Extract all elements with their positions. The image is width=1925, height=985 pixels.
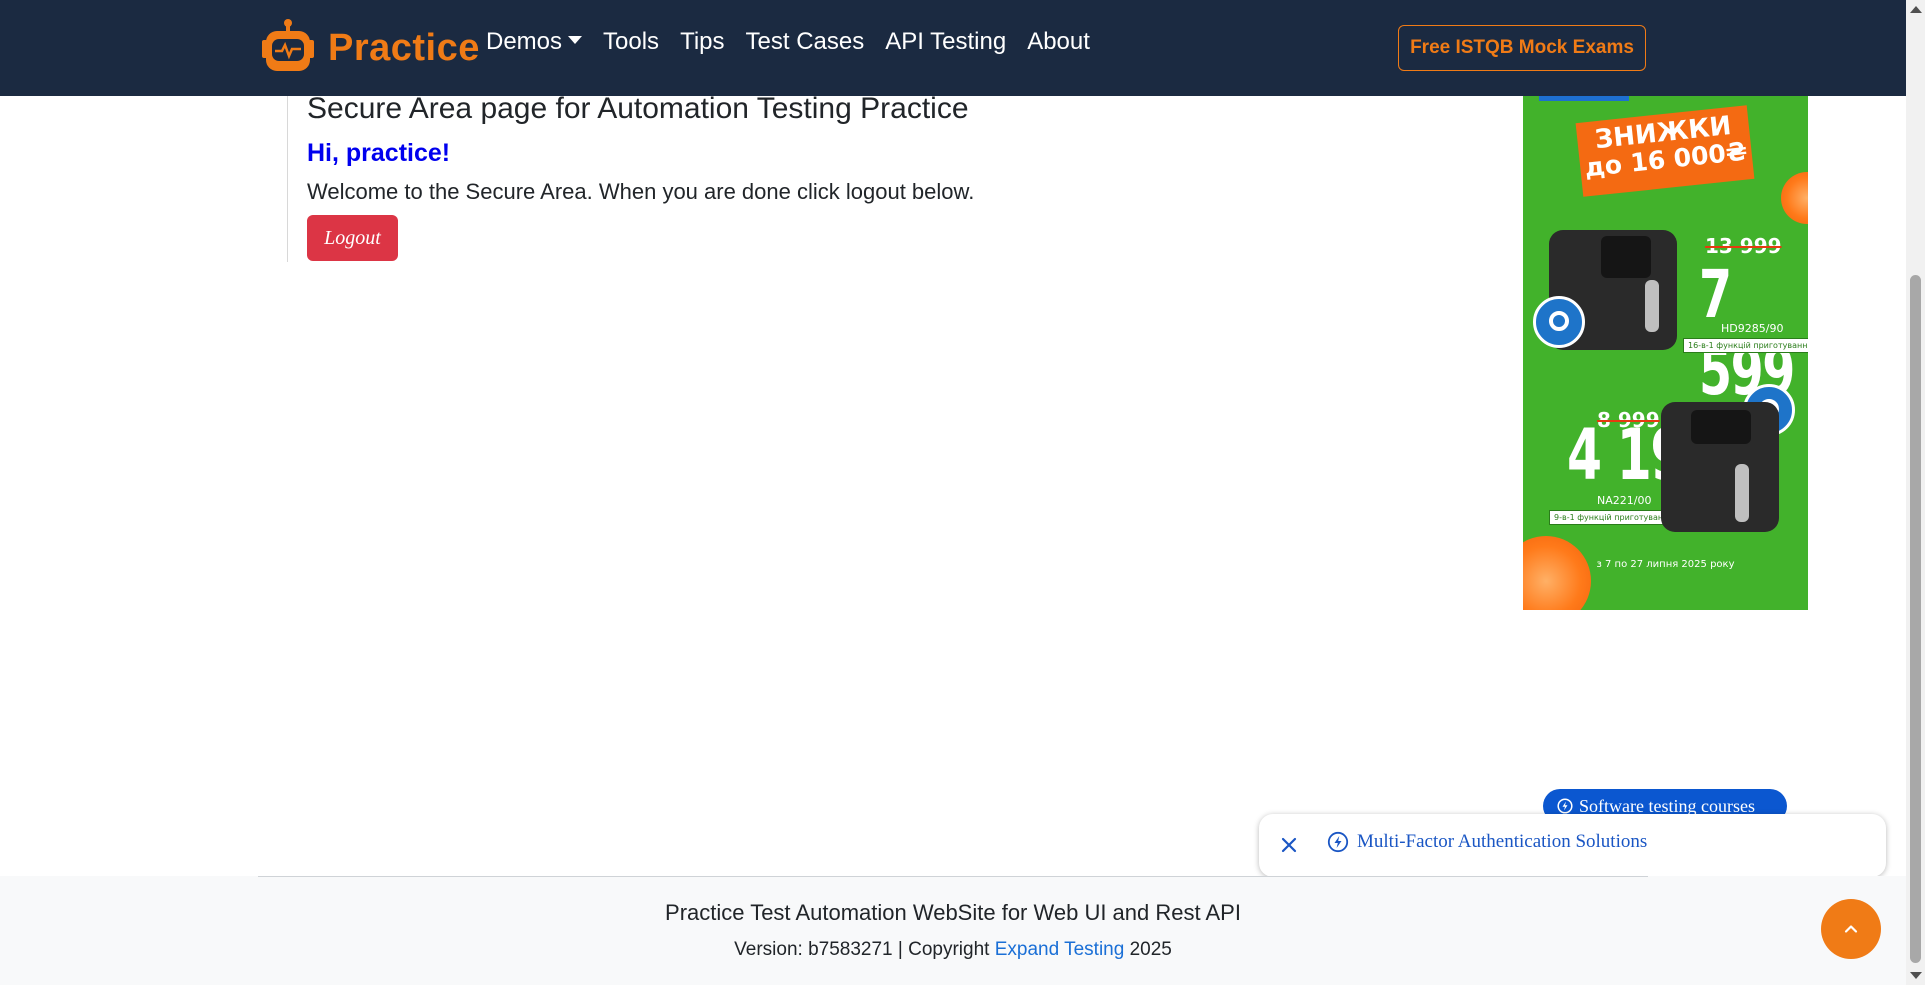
footer-title: Practice Test Automation WebSite for Web… [665, 900, 1241, 925]
nav-about[interactable]: About [1027, 28, 1090, 56]
brand-name: Practice [328, 26, 480, 69]
username-greeting: Hi, practice! [307, 139, 451, 167]
air-fryer-handle [1735, 464, 1749, 522]
footer-year: 2025 [1124, 939, 1172, 960]
robot-logo-icon [262, 19, 314, 71]
pompom-decoration-icon [1781, 172, 1808, 224]
advertisement-banner[interactable]: ЗНИЖКИ до 16 000₴ 13 999 7 599 HD9285/90… [1523, 96, 1808, 610]
quality-badge-icon [1533, 296, 1585, 348]
nav-demos-dropdown[interactable]: Demos [486, 28, 583, 56]
mfa-link-label: Multi-Factor Authentication Solutions [1357, 831, 1648, 852]
nav-demos-label: Demos [486, 28, 563, 55]
ad-feature-2: 9-в-1 функцій приготування [1549, 510, 1679, 525]
footer-version-text: Version: b7583271 | Copyright [734, 939, 995, 960]
footer-divider [258, 876, 1648, 877]
bolt-icon [1327, 831, 1349, 853]
brand-link[interactable]: Practice [258, 18, 480, 78]
air-fryer-handle [1645, 280, 1659, 332]
istqb-mock-exams-button[interactable]: Free ISTQB Mock Exams [1398, 25, 1646, 71]
nav-test-cases[interactable]: Test Cases [746, 28, 865, 56]
bolt-icon [1557, 798, 1573, 814]
main-nav: Demos Tools Tips Test Cases API Testing … [486, 28, 1111, 56]
ad-model-1: HD9285/90 [1721, 322, 1784, 335]
ad-sale-badge: ЗНИЖКИ до 16 000₴ [1575, 105, 1755, 197]
scroll-up-arrow-icon[interactable] [1910, 6, 1922, 13]
nav-api-testing[interactable]: API Testing [885, 28, 1006, 56]
chevron-up-icon [1844, 925, 1858, 933]
ad-old-price-1: 13 999 [1705, 234, 1782, 258]
ad-promo-dates: з 7 по 27 липня 2025 року [1596, 559, 1735, 570]
air-fryer-image-2 [1661, 402, 1779, 532]
welcome-message: Welcome to the Secure Area. When you are… [307, 179, 975, 204]
back-to-top-button[interactable] [1821, 899, 1881, 959]
air-fryer-control-panel [1691, 410, 1751, 444]
page-title: Secure Area page for Automation Testing … [307, 92, 969, 125]
ad-top-strip [1539, 96, 1629, 101]
scrollbar-thumb[interactable] [1910, 275, 1921, 963]
air-fryer-control-panel [1601, 236, 1651, 278]
footer-version: Version: b7583271 | Copyright Expand Tes… [0, 939, 1906, 961]
caret-down-icon [568, 36, 583, 44]
vertical-scrollbar[interactable] [1906, 0, 1925, 985]
nav-tools[interactable]: Tools [603, 28, 659, 56]
ad-model-2: NA221/00 [1597, 494, 1652, 507]
expand-testing-link[interactable]: Expand Testing [995, 939, 1125, 960]
top-navbar: Practice Demos Tools Tips Test Cases API… [0, 0, 1906, 96]
mfa-suggestion-bar: Multi-Factor Authentication Solutions [1259, 814, 1886, 877]
logout-button[interactable]: Logout [307, 215, 398, 261]
close-icon[interactable] [1277, 833, 1301, 857]
scroll-down-arrow-icon[interactable] [1910, 972, 1922, 979]
ad-feature-1: 16-в-1 функцій приготування [1683, 338, 1808, 353]
footer: Practice Test Automation WebSite for Web… [0, 876, 1906, 985]
nav-tips[interactable]: Tips [680, 28, 724, 56]
pompom-decoration-icon [1523, 536, 1591, 610]
mfa-solutions-link[interactable]: Multi-Factor Authentication Solutions [1327, 831, 1647, 853]
